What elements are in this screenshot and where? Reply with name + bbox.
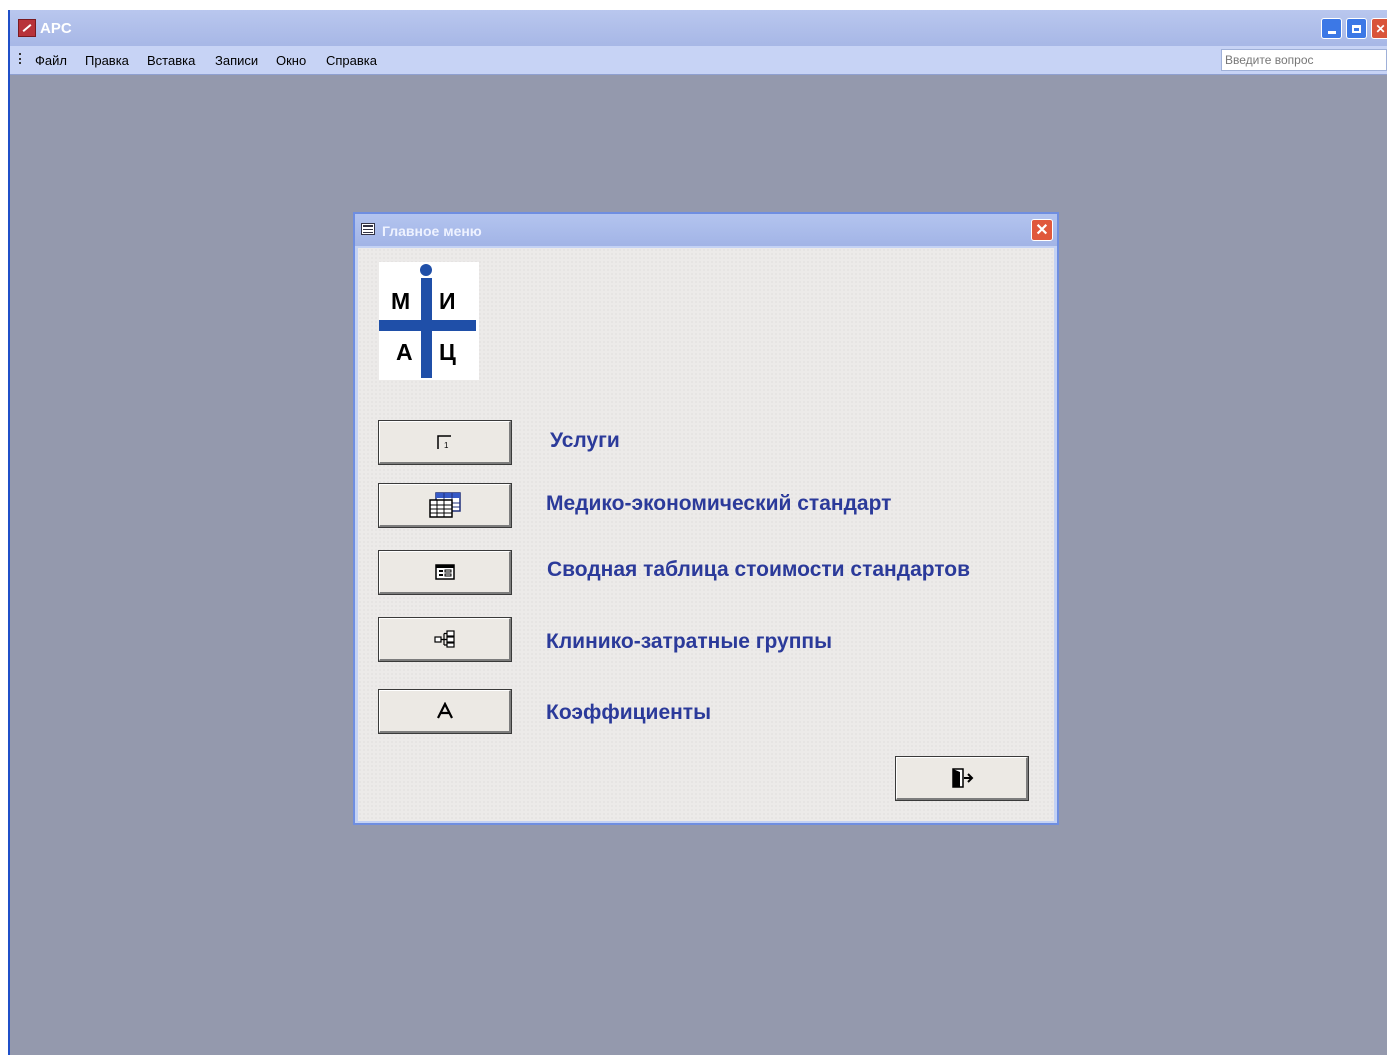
toolbar-grip-icon[interactable] (19, 53, 23, 64)
ask-question-input[interactable]: Введите вопрос (1221, 49, 1387, 71)
services-button[interactable]: 1 (379, 421, 511, 464)
report-icon: 1 (436, 435, 451, 450)
menu-file[interactable]: Файл (35, 53, 67, 68)
summary-cost-table-label: Сводная таблица стоимости стандартов (547, 558, 971, 581)
medical-economic-standard-label: Медико-экономический стандарт (546, 492, 892, 515)
menu-help[interactable]: Справка (326, 53, 377, 68)
dialog-close-button[interactable]: ✕ (1031, 219, 1053, 241)
form-icon (434, 564, 455, 580)
form-icon (361, 223, 375, 235)
logo-letter-i: И (439, 288, 456, 314)
logo-letter-a: А (396, 339, 413, 365)
minimize-icon (1327, 31, 1336, 34)
svg-text:1: 1 (444, 441, 449, 450)
logo-cross-horizontal (379, 320, 476, 331)
app-title-bar[interactable]: APC ✕ (10, 10, 1387, 46)
close-window-button[interactable]: ✕ (1371, 18, 1387, 39)
letter-a-icon (436, 702, 453, 719)
logo-dot (420, 264, 432, 276)
menu-insert[interactable]: Вставка (147, 53, 195, 68)
menu-edit[interactable]: Правка (85, 53, 129, 68)
close-icon: ✕ (1375, 21, 1386, 36)
clinical-cost-groups-label: Клинико-затратные группы (546, 630, 833, 653)
dialog-title-bar[interactable]: Главное меню ✕ (355, 214, 1057, 246)
maximize-icon (1352, 24, 1361, 33)
menu-window[interactable]: Окно (276, 53, 306, 68)
dialog-title: Главное меню (382, 223, 482, 239)
exit-door-icon (951, 768, 973, 788)
minimize-button[interactable] (1321, 18, 1342, 39)
clinical-cost-groups-button[interactable] (379, 618, 511, 661)
dialog-body: М И А Ц 1 Услуги Медико-экономический ст… (358, 248, 1054, 821)
miac-logo: М И А Ц (379, 262, 479, 380)
main-menu-dialog: Главное меню ✕ М И А Ц 1 Услуги Медико-э… (353, 212, 1059, 825)
services-label: Услуги (550, 429, 620, 452)
app-title: APC (40, 20, 72, 37)
logo-letter-m: М (391, 288, 410, 314)
datasheet-icon (428, 492, 461, 518)
summary-cost-table-button[interactable] (379, 551, 511, 594)
access-app-icon[interactable] (18, 19, 36, 37)
exit-button[interactable] (896, 757, 1028, 800)
coefficients-button[interactable] (379, 690, 511, 733)
tree-icon (433, 630, 455, 648)
menu-bar: Файл Правка Вставка Записи Окно Справка … (10, 46, 1387, 75)
menu-records[interactable]: Записи (215, 53, 258, 68)
logo-letter-ts: Ц (439, 339, 456, 365)
close-icon: ✕ (1035, 222, 1049, 239)
coefficients-label: Коэффициенты (546, 701, 712, 724)
medical-economic-standard-button[interactable] (379, 484, 511, 527)
maximize-button[interactable] (1346, 18, 1367, 39)
